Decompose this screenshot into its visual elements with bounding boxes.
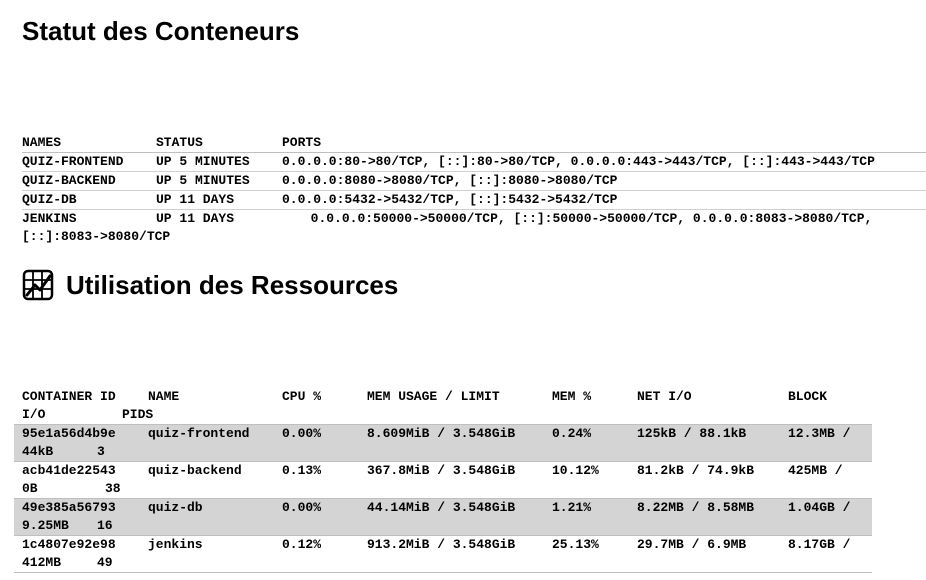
header-pids: PIDS	[122, 407, 154, 422]
net-io-value: 8.22MB / 8.58MB	[637, 500, 755, 515]
pids-value: 49	[97, 555, 113, 570]
container-ports: 0.0.0.0:8080->8080/TCP, [::]:8080->8080/…	[282, 173, 618, 188]
mem-usage-value: 367.8MiB / 3.548GiB	[367, 463, 516, 478]
header-block-io: BLOCK	[788, 389, 828, 404]
container-ports: 0.0.0.0:80->80/TCP, [::]:80->80/TCP, 0.0…	[282, 154, 875, 169]
header-status: STATUS	[156, 135, 203, 150]
container-name: quiz-frontend	[148, 426, 250, 441]
net-io-value: 125kB / 88.1kB	[637, 426, 747, 441]
container-name: jenkins	[148, 537, 203, 552]
header-block-io-cont: I/O	[22, 407, 46, 422]
container-name: quiz-db	[148, 500, 203, 515]
net-io-value: 29.7MB / 6.9MB	[637, 537, 747, 552]
table-row: acb41de22543 quiz-backend 0.13% 367.8MiB…	[14, 462, 872, 499]
table-row: QUIZ-BACKEND UP 5 MINUTES 0.0.0.0:8080->…	[22, 172, 926, 191]
mem-usage-value: 8.609MiB / 3.548GiB	[367, 426, 516, 441]
table-row: 1c4807e92e98 jenkins 0.12% 913.2MiB / 3.…	[14, 536, 872, 573]
mem-usage-value: 44.14MiB / 3.548GiB	[367, 500, 516, 515]
cpu-value: 0.00%	[282, 500, 322, 515]
table-row: JENKINS UP 11 DAYS 0.0.0.0:50000->50000/…	[22, 210, 926, 246]
header-cpu: CPU %	[282, 389, 322, 404]
block-io-value-cont: 412MB	[22, 555, 62, 570]
mem-usage-value: 913.2MiB / 3.548GiB	[367, 537, 516, 552]
header-container-id: CONTAINER ID	[22, 389, 116, 404]
container-name: QUIZ-DB	[22, 192, 77, 207]
container-status: UP 11 DAYS	[156, 192, 235, 207]
block-io-value-cont: 0B	[22, 481, 38, 496]
resources-title: Utilisation des Ressources	[66, 270, 399, 300]
cpu-value: 0.13%	[282, 463, 322, 478]
header-mem-usage: MEM USAGE / LIMIT	[367, 389, 500, 404]
chart-icon	[22, 269, 54, 301]
container-name: QUIZ-FRONTEND	[22, 154, 124, 169]
container-ports: 0.0.0.0:50000->50000/TCP, [::]:50000->50…	[22, 211, 873, 244]
mem-pct-value: 10.12%	[552, 463, 599, 478]
header-ports: PORTS	[282, 135, 322, 150]
block-io-value: 8.17GB /	[788, 537, 851, 552]
header-names: NAMES	[22, 135, 62, 150]
resources-header-row: CONTAINER ID NAME CPU % MEM USAGE / LIMI…	[14, 388, 872, 425]
mem-pct-value: 25.13%	[552, 537, 599, 552]
block-io-value-cont: 9.25MB	[22, 518, 69, 533]
table-row: 49e385a56793 quiz-db 0.00% 44.14MiB / 3.…	[14, 499, 872, 536]
block-io-value-cont: 44kB	[22, 444, 54, 459]
container-id: 49e385a56793	[22, 500, 116, 515]
container-name: QUIZ-BACKEND	[22, 173, 116, 188]
container-status: UP 5 MINUTES	[156, 154, 250, 169]
containers-title: Statut des Conteneurs	[22, 16, 300, 46]
container-id: 1c4807e92e98	[22, 537, 116, 552]
block-io-value: 425MB /	[788, 463, 843, 478]
header-mem-pct: MEM %	[552, 389, 592, 404]
table-row: QUIZ-DB UP 11 DAYS 0.0.0.0:5432->5432/TC…	[22, 191, 926, 210]
mem-pct-value: 1.21%	[552, 500, 592, 515]
table-row: QUIZ-FRONTEND UP 5 MINUTES 0.0.0.0:80->8…	[22, 153, 926, 172]
container-ports: 0.0.0.0:5432->5432/TCP, [::]:5432->5432/…	[282, 192, 618, 207]
container-status: UP 5 MINUTES	[156, 173, 250, 188]
pids-value: 38	[105, 481, 121, 496]
resources-table: CONTAINER ID NAME CPU % MEM USAGE / LIMI…	[14, 388, 872, 573]
header-net-io: NET I/O	[637, 389, 692, 404]
table-row: 95e1a56d4b9e quiz-frontend 0.00% 8.609Mi…	[14, 425, 872, 462]
net-io-value: 81.2kB / 74.9kB	[637, 463, 755, 478]
containers-header-row: NAMES STATUS PORTS	[22, 134, 926, 153]
container-name: quiz-backend	[148, 463, 242, 478]
block-io-value: 12.3MB /	[788, 426, 851, 441]
cpu-value: 0.12%	[282, 537, 322, 552]
pids-value: 16	[97, 518, 113, 533]
container-id: acb41de22543	[22, 463, 116, 478]
containers-table: NAMES STATUS PORTS QUIZ-FRONTEND UP 5 MI…	[22, 134, 926, 246]
block-io-value: 1.04GB /	[788, 500, 851, 515]
pids-value: 3	[97, 444, 105, 459]
cpu-value: 0.00%	[282, 426, 322, 441]
header-name: NAME	[148, 389, 180, 404]
resources-heading: Utilisation des Ressources	[22, 268, 398, 302]
container-id: 95e1a56d4b9e	[22, 426, 116, 441]
mem-pct-value: 0.24%	[552, 426, 592, 441]
